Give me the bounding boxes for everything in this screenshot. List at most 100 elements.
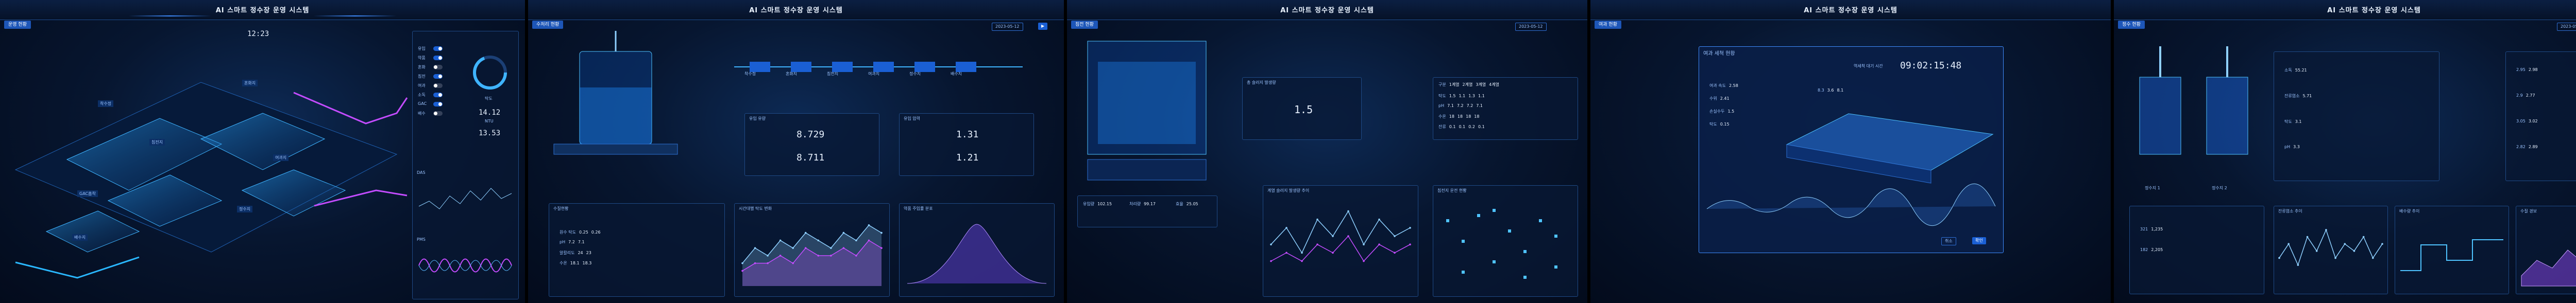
toggle[interactable] [433,74,443,79]
side-item[interactable]: GAC [418,101,427,106]
series-line [1270,210,1411,254]
data-point [741,270,743,272]
toggle[interactable] [433,93,443,97]
toggle[interactable] [433,46,443,51]
step-chart [2400,239,2503,271]
stat: 182 2,205 [2140,247,2163,252]
date-select[interactable]: 2023-05-12 [1515,23,1547,31]
kv-row: 탁도 0.15 [1709,122,1730,127]
tab-water-treatment[interactable]: 수처리 현황 [532,21,564,29]
chart-panel-b: 침전지 운전 현황 [1433,185,1578,297]
cancel-button[interactable]: 취소 [1941,237,1956,245]
tank-label[interactable]: 정수지 2 [2212,185,2227,191]
plant-label[interactable]: 여과지 [273,154,289,161]
quality-panel: 소독 55.21 잔류염소 5.71 탁도 3.1 pH 3.3 [2274,51,2439,181]
pressure-value-2: 1.21 [956,152,979,163]
header: AI 스마트 정수장 운영 시스템 [0,0,525,20]
kv-row: 수위 2.41 [1709,96,1730,101]
flow-title: 유입 유량 [749,116,766,121]
data-point [754,247,756,249]
tab-operation[interactable]: 운영 현황 [4,21,31,29]
side-item[interactable]: 약품 [418,55,426,61]
date-select[interactable]: 2023-05-12 [992,23,1023,31]
chart-title: 시간대별 탁도 변화 [739,206,772,211]
data-point [2344,243,2346,245]
search-button[interactable]: ▶ [1038,23,1048,30]
data-point [2381,243,2383,245]
toggle[interactable] [433,83,443,88]
toggle[interactable] [433,111,443,116]
data-point [2362,236,2365,238]
table-row: 원수 탁도 0.25 0.26 [560,230,601,235]
tab-sedimentation[interactable]: 침전 현황 [1071,21,1098,29]
date-select[interactable]: 2023-05-12 [2557,23,2576,31]
tank-illustration [553,31,678,155]
data-point [767,255,769,257]
data-point [804,247,807,249]
toggle[interactable] [433,102,443,106]
data-point [1316,243,1318,245]
series-line [2279,228,2383,266]
gauge-value: 14.12 [479,109,501,117]
tank-label[interactable]: 정수지 1 [2145,185,2160,191]
side-item[interactable]: 유입 [418,46,426,51]
data-point [792,262,794,264]
data-point [1363,243,1365,245]
chart-panel-a: 계열 슬러지 발생량 추이 [1263,185,1418,297]
toggle[interactable] [433,65,443,69]
plant-label[interactable]: 혼화지 [242,80,258,86]
table-row: 탁도 1.5 1.1 1.3 1.1 [1438,94,1485,98]
chart-panel-b: 약품 주입률 분포 [899,203,1055,297]
dialog-title: 여과 세척 현황 [1703,51,1735,57]
plant-map [14,82,408,279]
plant-label[interactable]: 착수정 [98,100,114,107]
plant-label[interactable]: 배수지 [72,234,88,241]
table-row: pH 7.2 7.1 [560,240,585,244]
sludge-value: 1.5 [1294,103,1313,116]
confirm-button[interactable]: 확인 [1972,237,1986,244]
side-item[interactable]: 혼화 [418,64,426,70]
side-item[interactable]: 소독 [418,92,426,98]
data-point [2372,257,2374,259]
screen-water-treatment: AI 스마트 정수장 운영 시스템 수처리 현황 2023-05-12 ▶ 착수… [528,0,1067,303]
chart-title: 약품 주입률 분포 [904,206,933,211]
chart-title: 잔류염소 추이 [2278,209,2302,213]
tab-filtration[interactable]: 여과 현황 [1595,21,1621,29]
side-row: 2.9 2.77 [2516,93,2535,98]
pressure-panel: 유입 압력 1.31 1.21 [899,113,1034,176]
kv-row: 잔류염소 5.71 [2284,94,2312,98]
kv-row: 탁도 3.1 [2284,119,2302,124]
side-item[interactable]: 배수 [418,111,426,116]
flow-panel: 유입 유량 8.729 8.711 [744,113,879,176]
screen-purified-water: AI 스마트 정수장 운영 시스템 정수 현황 2023-05-12 정수지 1… [2114,0,2576,303]
table-row: pH 7.1 7.2 7.2 7.1 [1438,103,1483,108]
screen-operation: AI 스마트 정수장 운영 시스템 운영 현황 12:23 착수정 혼화지 침전… [0,0,528,303]
plant-label[interactable]: GAC흡착 [77,190,98,197]
chart-panel-b: 배수량 추이 [2395,206,2509,294]
status-table-panel: 구분 1계열 2계열 3계열 4계열 탁도 1.5 1.1 1.3 1.1 pH 7.1 7.2 7.… [1433,77,1578,140]
backwash-timer: 09:02:15:48 [1900,60,1962,71]
plant-label[interactable]: 정수지 [237,206,253,212]
data-point [1285,227,1287,229]
data-point [1378,243,1380,245]
side-item[interactable]: 여과 [418,83,426,88]
data-point [830,255,832,257]
tab-purified[interactable]: 정수 현황 [2118,21,2145,29]
plant-label[interactable]: 침전지 [149,139,165,146]
stats-panel: 유입량 102.15 처리량 99.17 효율 25.05 [1077,195,1217,227]
chart-title: PMS [417,237,426,242]
data-point [2325,229,2327,231]
data-point [754,262,756,264]
pms-wave [418,258,512,273]
data-point [1394,252,1396,254]
pressure-title: 유입 압력 [904,116,920,121]
toggle[interactable] [433,56,443,60]
data-point [792,247,794,249]
data-point [1394,235,1396,237]
side-item[interactable]: 침전 [418,74,426,79]
distribution-chart [907,224,1047,284]
app-title: AI 스마트 정수장 운영 시스템 [2327,7,2421,14]
side-panel: 2.95 2.98 2.9 2.77 3.05 3.02 2.82 2.89 [2505,51,2576,181]
data-point [1316,218,1318,221]
series-line [1270,235,1411,262]
